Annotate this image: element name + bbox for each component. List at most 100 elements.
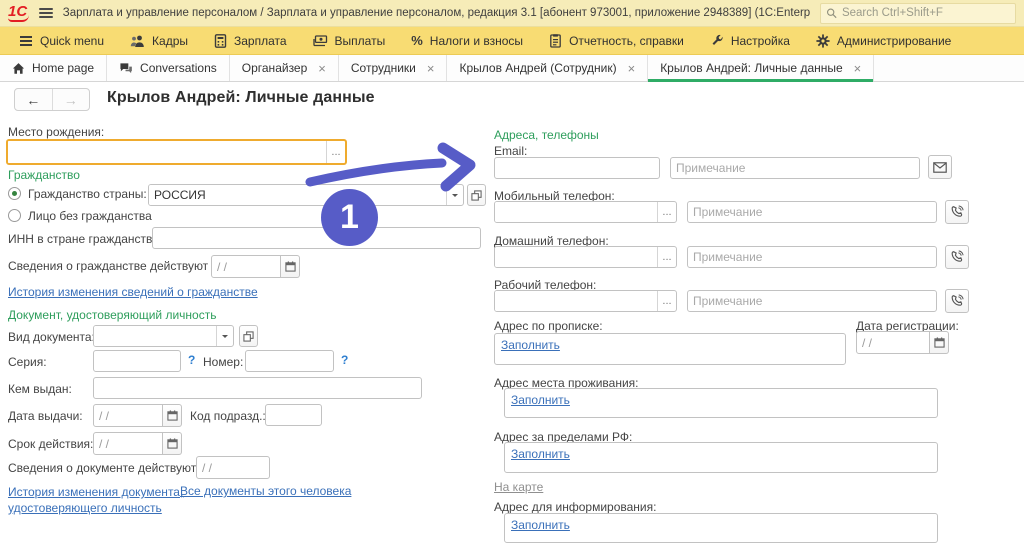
tab-krylov-lichnye-dannye[interactable]: Крылов Андрей: Личные данные × [648,55,874,81]
series-help[interactable]: ? [188,353,195,367]
calendar-button[interactable] [163,432,182,455]
abroad-address-box[interactable]: Заполнить [504,442,938,473]
fill-abroad-address-link[interactable]: Заполнить [511,447,570,461]
residence-address-box[interactable]: Заполнить [504,388,938,418]
open-doc-type-button[interactable] [239,325,258,347]
citizenship-country-combo[interactable] [148,184,464,206]
call-work-button[interactable] [945,289,969,313]
dropdown-button[interactable] [216,326,233,346]
date-input[interactable]: / / [93,432,163,455]
close-icon[interactable]: × [427,62,435,75]
menu-nastroyka[interactable]: Настройка [697,27,803,54]
back-button[interactable]: ← [15,89,53,110]
number-input[interactable] [245,350,334,372]
all-documents-link[interactable]: Все документы этого человека [180,484,351,498]
date-input[interactable]: / / [211,255,281,278]
doc-type-combo[interactable] [93,325,234,347]
registration-address-box[interactable]: Заполнить [494,333,846,365]
home-phone-field[interactable]: ... [494,246,677,268]
tab-krylov-sotrudnik[interactable]: Крылов Андрей (Сотрудник) × [447,55,648,81]
main-menu-icon[interactable] [39,8,53,18]
ellipsis-button[interactable]: ... [326,141,345,163]
menu-administrirovanie[interactable]: Администрирование [803,27,964,54]
citizenship-country-radio[interactable] [8,187,21,200]
work-phone-field[interactable]: ... [494,290,677,312]
close-icon[interactable]: × [854,62,862,75]
doc-history-link[interactable]: История изменения документа, удостоверяю… [8,484,184,516]
menu-kadry[interactable]: Кадры [117,27,201,54]
citizenship-country-input[interactable] [149,185,446,205]
mobile-phone-field[interactable]: ... [494,201,677,223]
calendar-icon [167,410,178,421]
menu-label: Quick menu [40,34,104,48]
work-note-input[interactable] [687,290,937,312]
mobile-phone-input[interactable] [495,202,657,222]
calendar-button[interactable] [930,331,949,354]
menu-nalogi[interactable]: % Налоги и взносы [398,27,536,54]
series-input[interactable] [93,350,181,372]
call-home-button[interactable] [945,245,969,269]
open-country-button[interactable] [467,184,486,206]
calendar-button[interactable] [163,404,182,427]
fill-residence-address-link[interactable]: Заполнить [511,393,570,407]
phone-icon [950,294,964,308]
phone-icon [950,205,964,219]
menu-quick-menu[interactable]: Quick menu [6,27,117,54]
ellipsis-button[interactable]: ... [657,291,676,311]
fill-info-address-link[interactable]: Заполнить [511,518,570,532]
citizenship-section-header: Гражданство [8,168,80,182]
app-title: Зарплата и управление персоналом / Зарпл… [63,7,810,19]
birthplace-field[interactable]: ... [6,139,347,165]
number-label: Номер: [203,355,243,369]
menu-vyplaty[interactable]: Выплаты [300,27,399,54]
citizenship-history-link[interactable]: История изменения сведений о гражданстве [8,285,258,299]
inn-label: ИНН в стране гражданства: [8,232,162,246]
email-note-input[interactable] [670,157,920,179]
doc-type-input[interactable] [94,326,216,346]
calendar-icon [167,438,178,449]
forward-button[interactable]: → [53,89,90,110]
tab-sotrudniki[interactable]: Сотрудники × [339,55,448,81]
tab-organayzer[interactable]: Органайзер × [230,55,339,81]
inn-input[interactable] [152,227,481,249]
mobile-note-input[interactable] [687,201,937,223]
home-phone-input[interactable] [495,247,657,267]
tab-home-page[interactable]: Home page [0,55,107,81]
ellipsis-button[interactable]: ... [657,202,676,222]
menu-otchetnost[interactable]: Отчетность, справки [536,27,697,54]
date-input[interactable]: / / [196,456,270,479]
dropdown-button[interactable] [446,185,463,205]
work-phone-input[interactable] [495,291,657,311]
tab-label: Conversations [140,61,217,75]
stateless-radio[interactable] [8,209,21,222]
calendar-icon [934,337,945,348]
call-mobile-button[interactable] [945,200,969,224]
close-icon[interactable]: × [318,62,326,75]
fill-registration-address-link[interactable]: Заполнить [501,338,560,352]
ellipsis-button[interactable]: ... [657,247,676,267]
send-email-button[interactable] [928,155,952,179]
date-input[interactable]: / / [93,404,163,427]
issued-by-input[interactable] [93,377,422,399]
issued-by-label: Кем выдан: [8,382,72,396]
series-label: Серия: [8,355,47,369]
close-icon[interactable]: × [628,62,636,75]
phone-icon [950,250,964,264]
number-help[interactable]: ? [341,353,348,367]
info-address-box[interactable]: Заполнить [504,513,938,543]
tab-conversations[interactable]: Conversations [107,55,230,81]
date-input[interactable]: / / [856,331,930,354]
open-windows-tabbar: Home page Conversations Органайзер × Сот… [0,55,1024,82]
window-title-bar: 1С Зарплата и управление персоналом / За… [0,0,1024,27]
search-input[interactable] [842,7,1010,19]
on-map-link[interactable]: На карте [494,480,543,494]
birthplace-input[interactable] [8,141,326,163]
menu-zarplata[interactable]: Зарплата [201,27,300,54]
calendar-button[interactable] [281,255,300,278]
email-input[interactable] [494,157,660,179]
dept-code-input[interactable] [265,404,322,426]
home-note-input[interactable] [687,246,937,268]
email-label: Email: [494,144,527,158]
global-search[interactable] [820,3,1016,24]
tab-label: Крылов Андрей (Сотрудник) [459,61,616,75]
